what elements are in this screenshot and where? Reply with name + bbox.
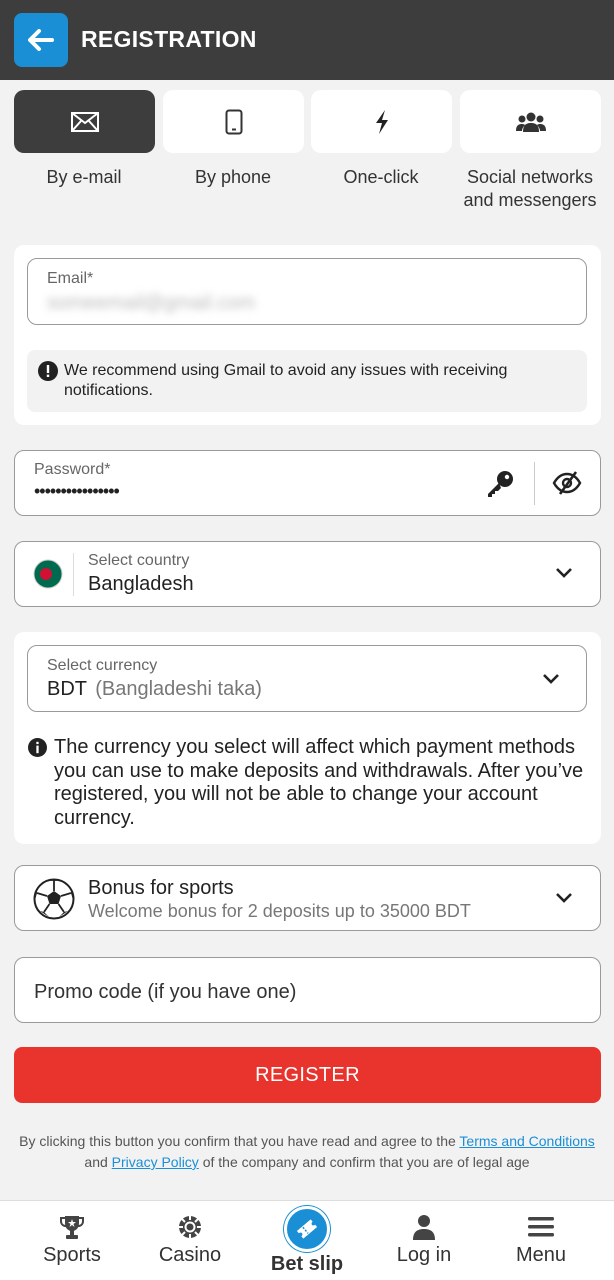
nav-sports-label: Sports [43,1244,101,1266]
tab-label-social: Social networks and messengers [450,166,610,212]
nav-casino[interactable]: Casino [132,1201,248,1280]
nav-sports[interactable]: Sports [14,1201,130,1280]
nav-menu[interactable]: Menu [483,1201,599,1280]
lightning-icon [375,109,388,134]
email-notice-text: We recommend using Gmail to avoid any is… [64,362,508,399]
currency-name: (Bangladeshi taka) [95,678,262,700]
currency-notice-text: The currency you select will affect whic… [54,736,584,829]
tab-label-one-click: One-click [343,167,419,187]
phone-icon [225,109,242,134]
currency-value: BDT (Bangladeshi taka) [47,678,262,701]
tab-by-phone[interactable] [163,90,304,153]
email-value: someemail@gmail.com [47,292,256,314]
email-notice: We recommend using Gmail to avoid any is… [27,350,587,412]
user-icon [413,1215,435,1240]
email-label: Email* [47,270,94,287]
page-title: REGISTRATION [81,26,257,52]
nav-casino-label: Casino [158,1244,222,1266]
nav-bet-slip-label: Bet slip [270,1253,344,1275]
tab-social-networks[interactable] [460,90,601,153]
alert-icon [38,361,58,381]
chevron-down-icon [543,674,559,684]
envelope-icon [70,111,99,132]
bonus-title: Bonus for sports [88,877,234,899]
users-icon [515,112,546,132]
flag-divider [73,553,74,596]
ticket-icon [296,1219,318,1239]
legal-text: By clicking this button you confirm that… [10,1131,604,1173]
password-value: •••••••••••••••• [34,481,120,501]
nav-login[interactable]: Log in [366,1201,482,1280]
tab-one-click[interactable] [311,90,452,153]
country-select[interactable]: Select country Bangladesh [14,541,601,607]
promo-code-placeholder: Promo code (if you have one) [34,981,297,1003]
legal-text-part1: By clicking this button you confirm that… [19,1133,456,1149]
tab-by-email[interactable] [14,90,155,153]
country-value: Bangladesh [88,573,194,595]
chevron-down-icon [556,568,572,578]
password-field[interactable]: Password* •••••••••••••••• [14,450,601,516]
nav-login-label: Log in [396,1244,452,1266]
tab-label-social-line2: and messengers [463,190,597,210]
app-header: REGISTRATION [0,0,614,80]
chevron-down-icon [556,893,572,903]
password-label: Password* [34,461,111,478]
tab-label-email: By e-mail [46,167,122,187]
promo-code-field[interactable]: Promo code (if you have one) [14,957,601,1023]
register-button[interactable]: REGISTER [14,1047,601,1103]
legal-text-and: and [84,1154,108,1170]
currency-code: BDT [47,678,87,700]
privacy-policy-link[interactable]: Privacy Policy [112,1154,199,1170]
back-button[interactable] [14,13,68,67]
bonus-subtitle: Welcome bonus for 2 deposits up to 35000… [88,901,471,921]
soccer-ball-icon [33,878,75,920]
eye-off-icon[interactable] [552,470,582,496]
casino-chip-icon [179,1216,201,1238]
bangladesh-flag-icon [33,559,63,589]
hamburger-icon [528,1217,554,1237]
legal-text-part2: of the company and confirm that you are … [202,1154,530,1170]
country-label: Select country [88,552,190,569]
info-icon [28,738,47,757]
key-icon[interactable] [485,469,515,499]
email-field[interactable]: Email* someemail@gmail.com [27,258,587,325]
arrow-left-icon [28,29,54,51]
nav-menu-label: Menu [515,1244,567,1266]
tab-label-phone: By phone [194,167,272,187]
bet-slip-badge [284,1206,330,1252]
nav-bet-slip[interactable]: Bet slip [249,1201,365,1280]
currency-select[interactable]: Select currency BDT (Bangladeshi taka) [27,645,587,712]
field-divider [534,462,535,505]
bottom-nav: Sports Casino Bet slip Log in Menu [0,1200,614,1280]
currency-label: Select currency [47,657,158,674]
bonus-select[interactable]: Bonus for sports Welcome bonus for 2 dep… [14,865,601,931]
tab-label-social-line1: Social networks [466,167,594,187]
trophy-icon [60,1216,84,1239]
terms-link[interactable]: Terms and Conditions [459,1133,594,1149]
